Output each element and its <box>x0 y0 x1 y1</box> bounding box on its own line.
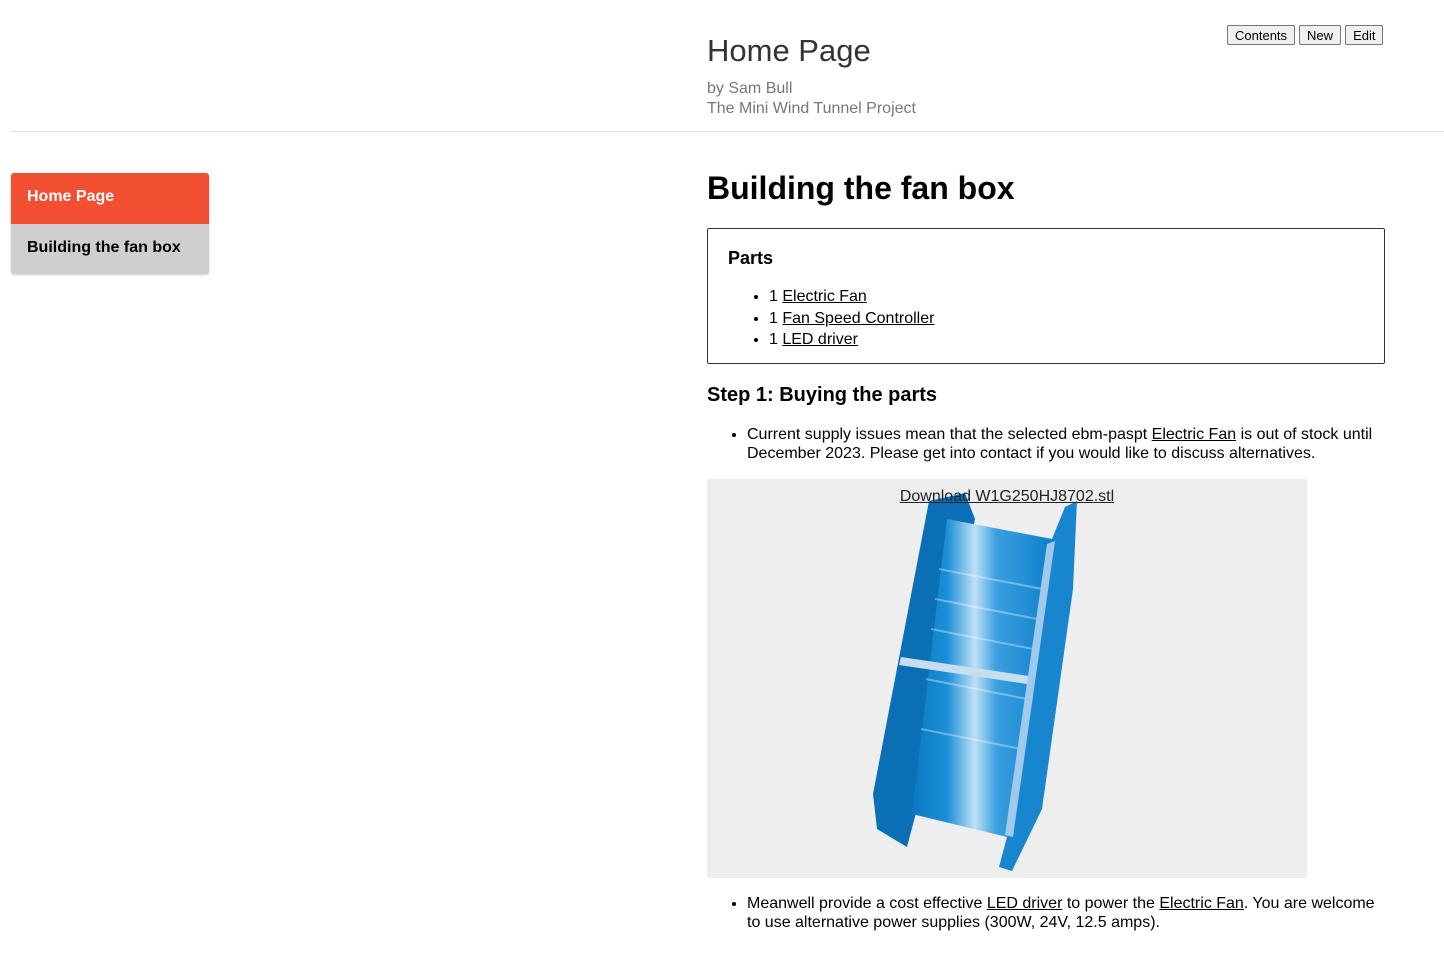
step-1-notes: Current supply issues mean that the sele… <box>707 425 1387 463</box>
header-divider <box>10 131 1444 132</box>
note-text: Meanwell provide a cost effective <box>747 895 987 912</box>
download-container: Download W1G250HJ8702.stl <box>707 488 1307 506</box>
part-quantity: 1 <box>769 309 778 327</box>
part-quantity: 1 <box>769 288 778 305</box>
note-text: to power the <box>1062 895 1160 912</box>
edit-button[interactable]: Edit <box>1345 25 1384 45</box>
fan-model-render <box>873 493 1077 871</box>
list-item: 1 LED driver <box>769 329 934 351</box>
parts-title: Parts <box>728 248 774 268</box>
inline-link-electric-fan[interactable]: Electric Fan <box>1152 426 1236 443</box>
list-item: 1 Fan Speed Controller <box>769 308 934 330</box>
list-item: Current supply issues mean that the sele… <box>747 425 1387 463</box>
part-quantity: 1 <box>769 331 778 348</box>
inline-link-electric-fan[interactable]: Electric Fan <box>1159 895 1243 912</box>
new-button[interactable]: New <box>1299 25 1342 45</box>
parts-list: 1 Electric Fan 1 Fan Speed Controller 1 … <box>748 286 934 351</box>
list-item: Meanwell provide a cost effective LED dr… <box>747 894 1387 932</box>
part-link-led-driver[interactable]: LED driver <box>782 331 858 348</box>
download-stl-link[interactable]: Download W1G250HJ8702.stl <box>900 488 1114 505</box>
parts-box: Parts 1 Electric Fan 1 Fan Speed Control… <box>707 228 1385 364</box>
part-link-electric-fan[interactable]: Electric Fan <box>782 288 866 305</box>
page: Home Page by Sam Bull The Mini Wind Tunn… <box>0 0 1444 963</box>
part-link-fan-speed-controller[interactable]: Fan Speed Controller <box>782 310 934 327</box>
header-toolbar: Contents New Edit <box>1227 25 1384 45</box>
note-text: Current supply issues mean that the sele… <box>747 426 1152 443</box>
sidebar-item-home-page[interactable]: Home Page <box>11 173 209 224</box>
stl-model-viewer[interactable]: Download W1G250HJ8702.stl <box>707 479 1307 878</box>
page-title: Building the fan box <box>707 170 1015 206</box>
author-byline: by Sam Bull <box>707 80 793 97</box>
project-name: The Mini Wind Tunnel Project <box>707 100 916 117</box>
contents-button[interactable]: Contents <box>1227 25 1296 45</box>
sidebar-item-building-the-fan-box[interactable]: Building the fan box <box>11 224 209 274</box>
list-item: 1 Electric Fan <box>769 286 934 308</box>
step-1-heading: Step 1: Buying the parts <box>707 384 938 406</box>
step-1-notes-continued: Meanwell provide a cost effective LED dr… <box>707 894 1387 932</box>
site-title: Home Page <box>707 33 871 68</box>
sidebar-nav: Home Page Building the fan box <box>11 173 209 274</box>
inline-link-led-driver[interactable]: LED driver <box>987 895 1063 912</box>
